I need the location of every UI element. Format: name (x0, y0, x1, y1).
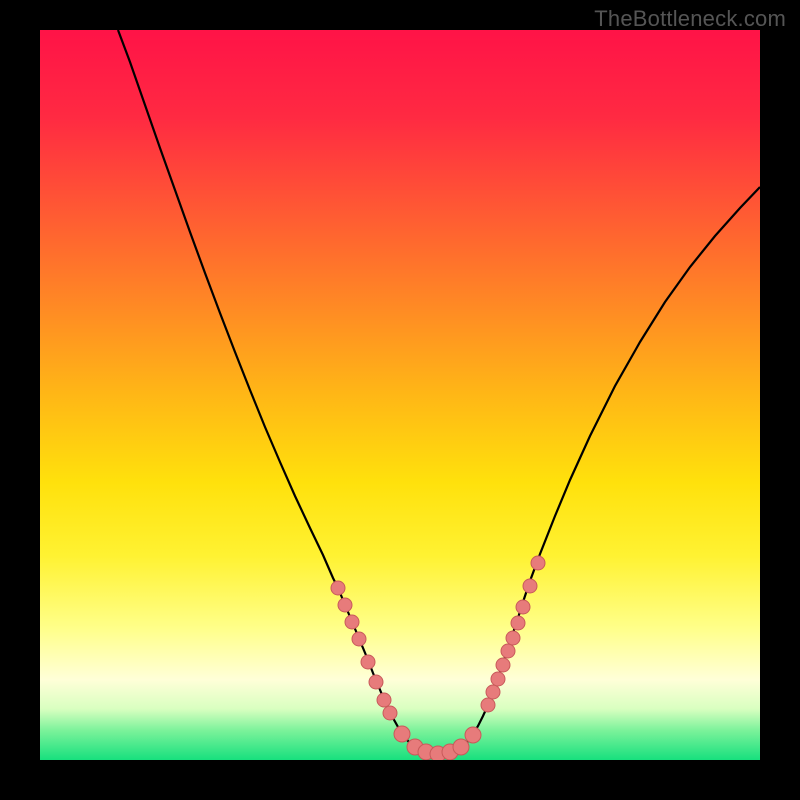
curve-marker (383, 706, 397, 720)
curve-marker (377, 693, 391, 707)
curve-marker (394, 726, 410, 742)
curve-marker (501, 644, 515, 658)
curve-marker (465, 727, 481, 743)
curve-marker (453, 739, 469, 755)
curve-marker (486, 685, 500, 699)
curve-marker (496, 658, 510, 672)
outer-frame: TheBottleneck.com (0, 0, 800, 800)
curve-marker (523, 579, 537, 593)
curve-marker (491, 672, 505, 686)
curve-marker (352, 632, 366, 646)
chart-svg (40, 30, 760, 760)
curve-marker (531, 556, 545, 570)
curve-marker (511, 616, 525, 630)
curve-marker (338, 598, 352, 612)
curve-marker (506, 631, 520, 645)
plot-area (40, 30, 760, 760)
watermark-text: TheBottleneck.com (594, 6, 786, 32)
gradient-background (40, 30, 760, 760)
curve-marker (481, 698, 495, 712)
curve-marker (331, 581, 345, 595)
curve-marker (369, 675, 383, 689)
curve-marker (516, 600, 530, 614)
curve-marker (361, 655, 375, 669)
curve-marker (345, 615, 359, 629)
